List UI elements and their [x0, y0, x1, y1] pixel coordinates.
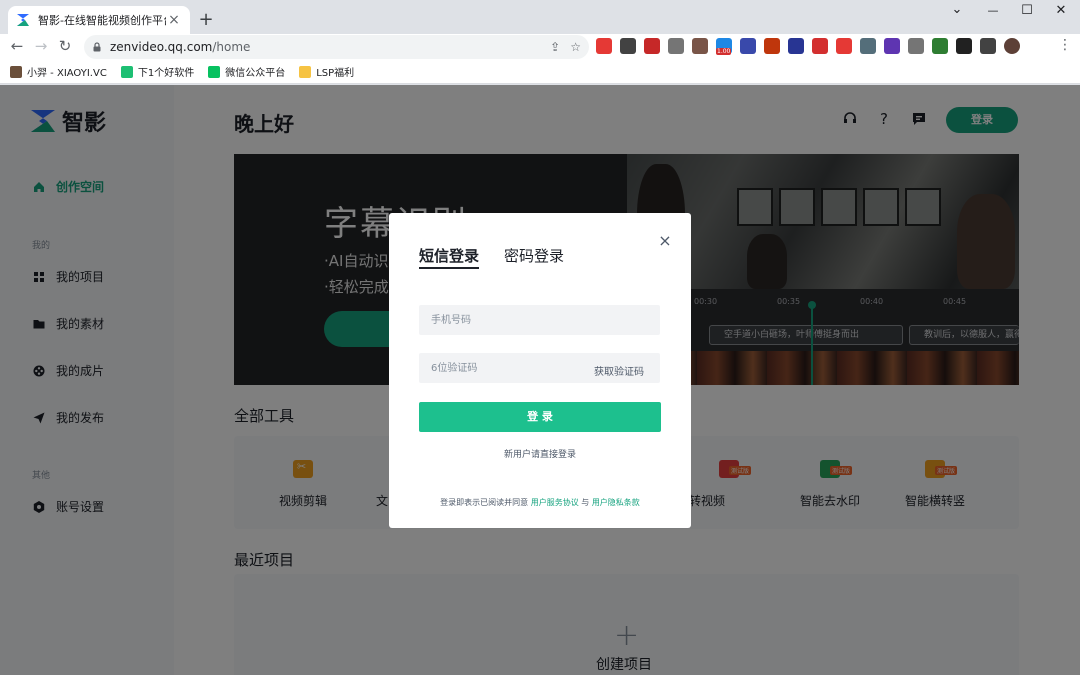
extension-icon[interactable]: [596, 38, 612, 54]
extension-icon[interactable]: [788, 38, 804, 54]
extension-icon[interactable]: [980, 38, 996, 54]
bookmark-item[interactable]: 小羿 - XIAOYI.VC: [10, 64, 107, 79]
terms-of-service-link[interactable]: 用户服务协议: [531, 498, 579, 507]
bookmark-label: 微信公众平台: [225, 68, 286, 79]
browser-tab[interactable]: 智影-在线智能视频创作平台 ×: [8, 6, 190, 34]
extension-badge: 1.00: [716, 48, 732, 55]
extension-icon[interactable]: [620, 38, 636, 54]
extensions-row: 1.00: [596, 38, 1020, 55]
browser-menu-icon[interactable]: ⋮: [1058, 37, 1072, 53]
extension-icon[interactable]: [692, 38, 708, 54]
extension-icon[interactable]: [908, 38, 924, 54]
tab-password-login[interactable]: 密码登录: [504, 245, 564, 266]
bookmark-star-icon[interactable]: ☆: [570, 40, 581, 54]
bookmark-item[interactable]: LSP福利: [299, 64, 354, 79]
bookmark-icon: [120, 65, 133, 78]
new-tab-button[interactable]: +: [198, 9, 214, 30]
forward-button[interactable]: →: [32, 37, 50, 55]
tab-search-chevron-icon[interactable]: ⌄: [942, 2, 972, 22]
minimize-button[interactable]: —: [978, 4, 1008, 24]
zhiying-favicon-icon: [17, 14, 29, 26]
extension-icon[interactable]: 1.00: [716, 38, 732, 55]
extension-icon[interactable]: [860, 38, 876, 54]
close-icon[interactable]: ×: [657, 231, 673, 250]
bookmark-icon: [10, 65, 22, 78]
bookmarks-bar: 小羿 - XIAOYI.VC 下1个好软件 微信公众平台 LSP福利: [0, 60, 1080, 84]
extension-icon[interactable]: [644, 38, 660, 54]
bookmark-icon: [208, 65, 221, 78]
terms-notice: 登录即表示已阅读并同意 用户服务协议 与 用户隐私条款: [389, 497, 691, 508]
bookmark-label: LSP福利: [316, 68, 355, 79]
extension-icon[interactable]: [884, 38, 900, 54]
bookmark-icon: [299, 65, 312, 78]
reload-button[interactable]: ↻: [56, 37, 74, 55]
bookmark-label: 小羿 - XIAOYI.VC: [27, 68, 107, 79]
lock-icon: [93, 42, 101, 52]
bookmark-item[interactable]: 下1个好软件: [120, 64, 195, 79]
bookmark-label: 下1个好软件: [137, 68, 195, 79]
tab-sms-login[interactable]: 短信登录: [419, 245, 479, 266]
login-modal: × 短信登录 密码登录 获取验证码 登 录 新用户请直接登录 登录即表示已阅读并…: [389, 213, 691, 528]
extension-icon[interactable]: [764, 38, 780, 54]
maximize-button[interactable]: ☐: [1012, 3, 1042, 23]
close-window-button[interactable]: ✕: [1046, 3, 1076, 23]
omnibox[interactable]: zenvideo.qq.com/home ⇪ ☆: [84, 35, 589, 59]
terms-prefix: 登录即表示已阅读并同意: [440, 498, 529, 507]
extension-icon[interactable]: [836, 38, 852, 54]
extension-icon[interactable]: [932, 38, 948, 54]
extension-icon[interactable]: [812, 38, 828, 54]
back-button[interactable]: ←: [8, 37, 26, 55]
terms-and: 与: [581, 498, 590, 507]
privacy-policy-link[interactable]: 用户隐私条款: [592, 498, 640, 507]
new-user-hint: 新用户请直接登录: [503, 450, 576, 460]
extension-icon[interactable]: [740, 38, 756, 54]
tab-title: 智影-在线智能视频创作平台: [38, 14, 166, 27]
extension-icon[interactable]: [668, 38, 684, 54]
extension-icon[interactable]: [1004, 38, 1020, 54]
get-code-button[interactable]: 获取验证码: [594, 363, 644, 378]
phone-input[interactable]: [419, 305, 660, 335]
browser-tabbar: 智影-在线智能视频创作平台 × + ⌄ — ☐ ✕: [0, 0, 1080, 34]
active-tab-underline: [419, 267, 479, 269]
share-icon[interactable]: ⇪: [550, 40, 560, 54]
url-text: zenvideo.qq.com/home: [110, 40, 251, 54]
address-bar: ← → ↻ zenvideo.qq.com/home ⇪ ☆ 1.00 ⋮: [0, 34, 1080, 60]
bookmark-item[interactable]: 微信公众平台: [208, 64, 285, 79]
login-submit-button[interactable]: 登 录: [419, 402, 661, 432]
extension-icon[interactable]: [956, 38, 972, 54]
tab-close-icon[interactable]: ×: [166, 12, 182, 28]
